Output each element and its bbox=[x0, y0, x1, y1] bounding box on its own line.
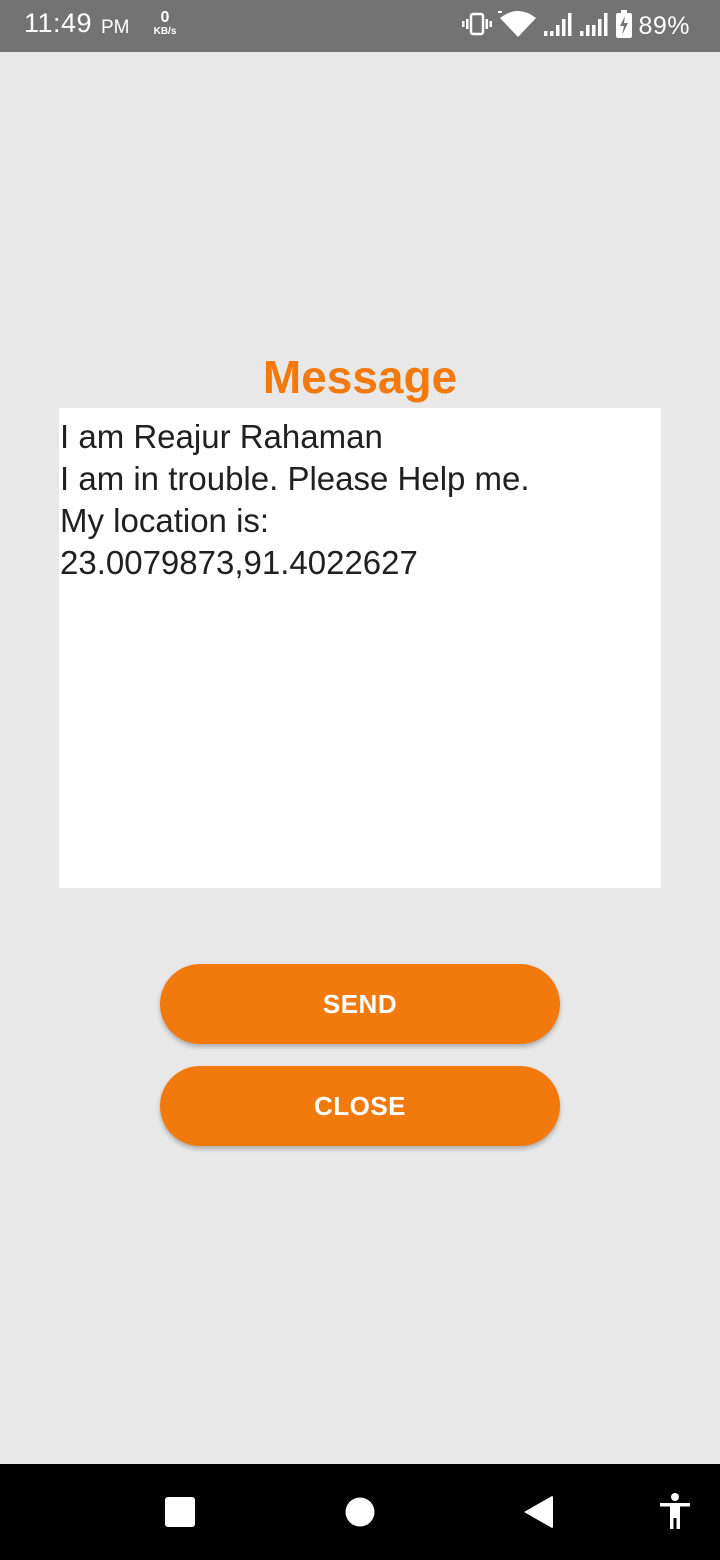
battery-percentage: 89% bbox=[638, 11, 690, 40]
navigation-bar bbox=[0, 1464, 720, 1560]
status-icons: 89% bbox=[462, 9, 690, 43]
message-textarea[interactable]: I am Reajur Rahaman I am in trouble. Ple… bbox=[59, 408, 661, 888]
home-button[interactable] bbox=[320, 1464, 400, 1560]
network-speed-value: 0 bbox=[160, 9, 170, 26]
home-circle-icon bbox=[345, 1497, 375, 1527]
recents-button[interactable] bbox=[140, 1464, 220, 1560]
battery-charging-icon bbox=[616, 9, 633, 43]
back-button[interactable] bbox=[498, 1464, 578, 1560]
status-time: 11:49 bbox=[24, 8, 93, 38]
back-triangle-icon bbox=[524, 1496, 553, 1528]
status-bar: 11:49 PM 0 KB/s 89% bbox=[0, 0, 720, 52]
page-title: Message bbox=[262, 351, 458, 403]
status-ampm: PM bbox=[101, 17, 130, 38]
recents-square-icon bbox=[165, 1497, 195, 1527]
wifi-icon bbox=[498, 10, 538, 43]
network-speed: 0 KB/s bbox=[150, 10, 180, 37]
signal-icon bbox=[580, 12, 610, 41]
accessibility-button[interactable] bbox=[640, 1464, 710, 1560]
accessibility-icon bbox=[660, 1493, 690, 1529]
vibrate-icon bbox=[462, 12, 493, 41]
send-button[interactable]: SEND bbox=[160, 964, 560, 1044]
signal-icon bbox=[544, 12, 574, 41]
close-button[interactable]: CLOSE bbox=[160, 1066, 560, 1146]
network-speed-unit: KB/s bbox=[153, 26, 177, 37]
